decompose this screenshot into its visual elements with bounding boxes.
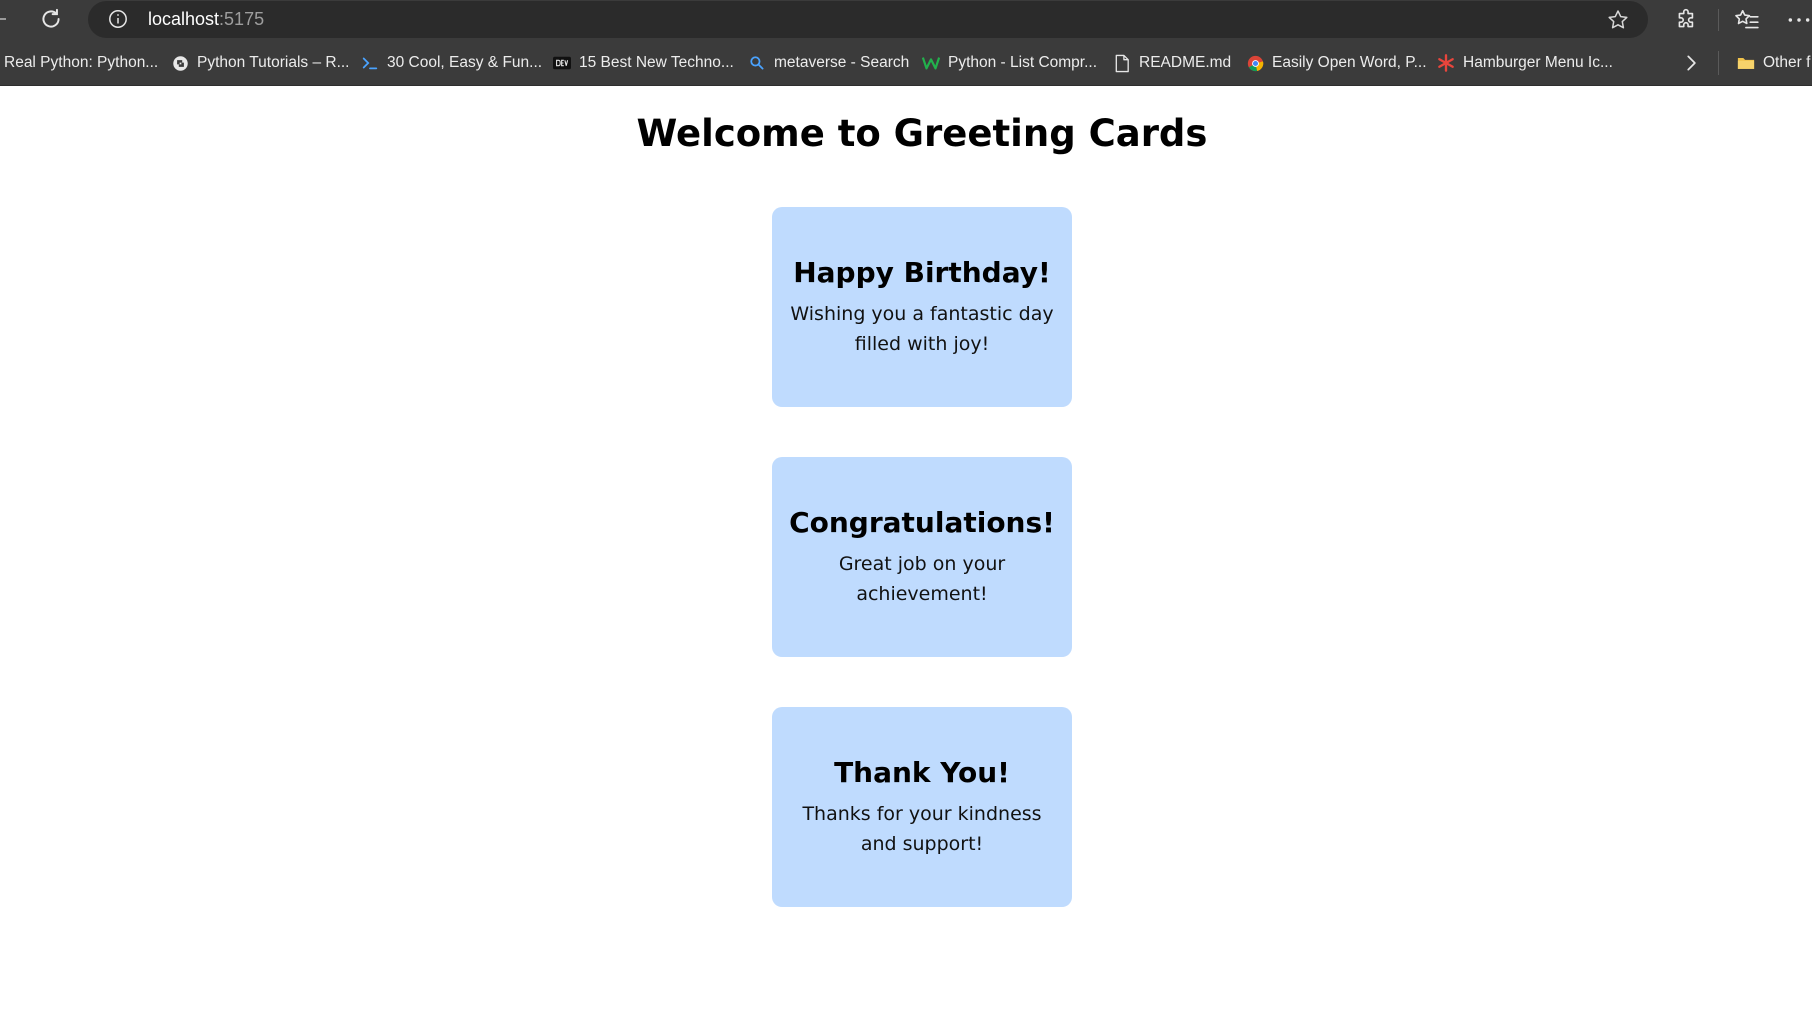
bookmarks-bar: Real Python: Python... Python Tutorials … — [0, 39, 1812, 86]
bookmarks-divider — [1718, 51, 1719, 75]
card-message: Wishing you a fantastic day filled with … — [790, 302, 1054, 355]
url-port: :5175 — [219, 9, 265, 29]
browser-toolbar: localhost:5175 — [0, 0, 1812, 39]
reload-icon[interactable] — [38, 6, 64, 32]
card-message: Thanks for your kindness and support! — [802, 802, 1042, 855]
bookmark-15-best[interactable]: 15 Best New Techno... — [553, 51, 734, 75]
bookmark-real-python[interactable]: Real Python: Python... — [4, 51, 158, 75]
bookmark-label: Python Tutorials – R... — [197, 54, 350, 71]
info-icon[interactable] — [108, 9, 128, 29]
url-host: localhost — [148, 9, 220, 29]
page-title: Welcome to Greeting Cards — [636, 112, 1208, 155]
card-message: Great job on your achievement! — [838, 552, 1006, 605]
favorite-star-icon[interactable] — [1606, 8, 1630, 32]
card-title: Thank You! — [834, 755, 1010, 789]
back-button-edge[interactable] — [0, 18, 6, 20]
bookmark-readme[interactable]: README.md — [1113, 51, 1231, 75]
bookmark-label: 30 Cool, Easy & Fun... — [387, 54, 543, 71]
w-logo-icon — [922, 54, 940, 72]
document-icon — [1113, 54, 1131, 72]
bookmark-label: metaverse - Search — [774, 54, 910, 71]
bookmark-hamburger-menu[interactable]: Hamburger Menu Ic... — [1437, 51, 1613, 75]
url-text[interactable]: localhost:5175 — [148, 9, 264, 30]
chrome-logo-icon — [1246, 54, 1264, 72]
bookmark-label: Hamburger Menu Ic... — [1463, 54, 1613, 71]
greeting-card-congratulations: Congratulations! Great job on your achie… — [772, 457, 1072, 657]
greeting-card-birthday: Happy Birthday! Wishing you a fantastic … — [772, 207, 1072, 407]
card-title: Congratulations! — [789, 505, 1055, 539]
bookmark-label: Easily Open Word, P... — [1272, 54, 1427, 71]
bookmark-python-list-comprehension[interactable]: Python - List Compr... — [922, 51, 1097, 75]
python-logo-icon — [171, 54, 189, 72]
search-icon — [748, 54, 766, 72]
address-bar[interactable]: localhost:5175 — [88, 1, 1648, 38]
bookmark-python-tutorials[interactable]: Python Tutorials – R... — [171, 51, 350, 75]
folder-icon — [1737, 54, 1755, 72]
bookmark-metaverse-search[interactable]: metaverse - Search — [748, 51, 909, 75]
bookmark-label: Python - List Compr... — [948, 54, 1098, 71]
bookmark-other-favorites[interactable]: Other f — [1737, 51, 1810, 75]
dev-logo-icon — [553, 54, 571, 72]
chevron-right-icon[interactable] — [1680, 52, 1702, 74]
greeting-card-thank-you: Thank You! Thanks for your kindness and … — [772, 707, 1072, 907]
favorites-list-icon[interactable] — [1734, 7, 1760, 33]
extensions-puzzle-icon[interactable] — [1674, 7, 1700, 33]
asterisk-logo-icon — [1437, 54, 1455, 72]
terminal-prompt-icon — [361, 54, 379, 72]
toolbar-divider — [1718, 9, 1719, 31]
bookmark-label: Real Python: Python... — [4, 54, 159, 71]
card-title: Happy Birthday! — [793, 255, 1051, 289]
bookmark-label: README.md — [1139, 54, 1232, 71]
page-content: Welcome to Greeting Cards Happy Birthday… — [0, 86, 1812, 1021]
bookmark-easily-open-word[interactable]: Easily Open Word, P... — [1246, 51, 1427, 75]
bookmark-30-cool[interactable]: 30 Cool, Easy & Fun... — [361, 51, 542, 75]
bookmark-label: 15 Best New Techno... — [579, 54, 734, 71]
other-favorites-label: Other f — [1763, 54, 1811, 71]
more-options-icon[interactable] — [1786, 7, 1812, 33]
